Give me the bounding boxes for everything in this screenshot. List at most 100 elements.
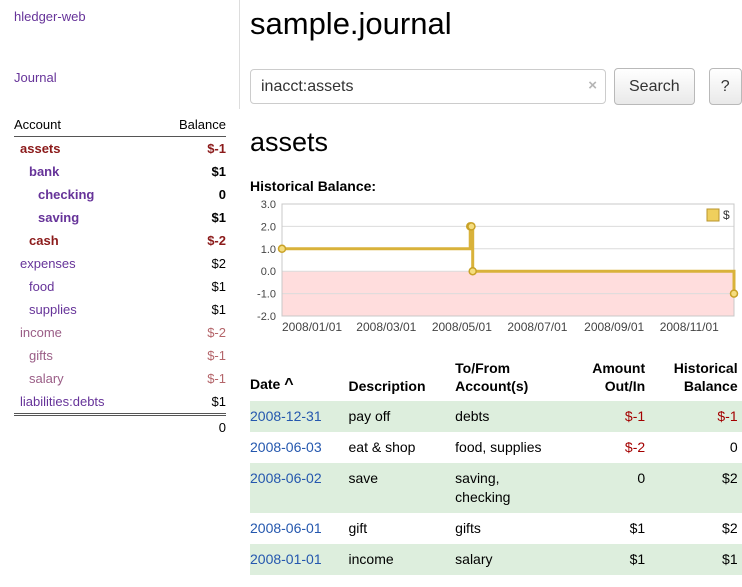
sort-ascending-icon: ^ — [284, 376, 293, 393]
accounts-table: Account Balance assets$-1bank$1checking0… — [14, 113, 226, 439]
account-row: cash $-2 — [14, 229, 226, 252]
transaction-accounts: food, supplies — [455, 432, 560, 463]
svg-text:2008/09/01: 2008/09/01 — [584, 320, 644, 334]
svg-text:-2.0: -2.0 — [257, 311, 276, 323]
account-link[interactable]: liabilities:debts — [20, 394, 105, 409]
account-row: saving $1 — [14, 206, 226, 229]
svg-text:-1.0: -1.0 — [257, 289, 276, 301]
register-col-accounts: To/From Account(s) — [455, 355, 560, 401]
transaction-balance: $-1 — [649, 401, 741, 432]
register-col-description: Description — [349, 355, 456, 401]
account-link[interactable]: cash — [29, 233, 59, 248]
account-balance: $1 — [154, 298, 226, 321]
svg-text:2008/01/01: 2008/01/01 — [282, 320, 342, 334]
register-col-date[interactable]: Date ^ — [250, 355, 349, 401]
transaction-amount: $1 — [560, 544, 649, 575]
svg-text:2008/07/01: 2008/07/01 — [507, 320, 567, 334]
balance-chart: 3.02.01.00.0-1.0-2.02008/01/012008/03/01… — [250, 198, 742, 343]
account-link[interactable]: bank — [29, 164, 59, 179]
svg-text:0.0: 0.0 — [261, 266, 276, 278]
chart-title: Historical Balance: — [250, 178, 742, 194]
transaction-description: pay off — [349, 401, 456, 432]
svg-text:3.0: 3.0 — [261, 199, 276, 211]
account-heading: assets — [250, 127, 742, 158]
account-link[interactable]: expenses — [20, 256, 76, 271]
account-link[interactable]: assets — [20, 141, 60, 156]
account-balance: 0 — [154, 183, 226, 206]
balance-chart-svg: 3.02.01.00.0-1.0-2.02008/01/012008/03/01… — [250, 198, 740, 338]
transaction-description: gift — [349, 513, 456, 544]
transaction-accounts: salary — [455, 544, 560, 575]
transaction-accounts: gifts — [455, 513, 560, 544]
transaction-date-link[interactable]: 2008-06-01 — [250, 520, 322, 536]
register-row: 2008-06-02 savesaving, checking0$2 — [250, 463, 742, 513]
register-header-row: Date ^ Description To/From Account(s) Am… — [250, 355, 742, 401]
transaction-description: save — [349, 463, 456, 513]
account-balance: $-1 — [154, 137, 226, 161]
transaction-date-link[interactable]: 2008-06-02 — [250, 470, 322, 486]
accounts-total-value: 0 — [154, 415, 226, 440]
account-row: supplies $1 — [14, 298, 226, 321]
search-bar: × Search ? — [250, 68, 742, 105]
app-window: hledger-web Journal Account Balance asse… — [0, 0, 742, 587]
page-title: sample.journal — [250, 6, 742, 42]
register-row: 2008-06-01 giftgifts$1$2 — [250, 513, 742, 544]
account-balance: $1 — [154, 390, 226, 415]
register-col-amount: Amount Out/In — [560, 355, 649, 401]
account-row: checking 0 — [14, 183, 226, 206]
transaction-date-link[interactable]: 2008-06-03 — [250, 439, 322, 455]
account-link[interactable]: saving — [38, 210, 79, 225]
account-link[interactable]: supplies — [29, 302, 77, 317]
account-row: gifts $-1 — [14, 344, 226, 367]
register-table-body: 2008-12-31pay offdebts$-1$-12008-06-03ea… — [250, 401, 742, 574]
account-balance: $1 — [154, 160, 226, 183]
account-row: assets $-1 — [14, 137, 226, 161]
account-row: income $-2 — [14, 321, 226, 344]
account-balance: $-2 — [154, 229, 226, 252]
account-link[interactable]: checking — [38, 187, 94, 202]
account-link[interactable]: income — [20, 325, 62, 340]
account-balance: $2 — [154, 252, 226, 275]
transaction-date-link[interactable]: 2008-01-01 — [250, 551, 322, 567]
clear-search-icon[interactable]: × — [588, 77, 597, 95]
transaction-amount: 0 — [560, 463, 649, 513]
account-row: bank $1 — [14, 160, 226, 183]
sidebar-item-journal[interactable]: Journal — [14, 70, 239, 85]
help-button[interactable]: ? — [709, 68, 742, 105]
account-balance: $-2 — [154, 321, 226, 344]
account-link[interactable]: salary — [29, 371, 64, 386]
transaction-description: eat & shop — [349, 432, 456, 463]
transaction-accounts: saving, checking — [455, 463, 560, 513]
search-input[interactable] — [250, 69, 606, 104]
account-row: liabilities:debts $1 — [14, 390, 226, 415]
register-row: 2008-06-03 eat & shopfood, supplies$-20 — [250, 432, 742, 463]
register-col-balance: Historical Balance — [649, 355, 741, 401]
svg-text:2008/11/01: 2008/11/01 — [660, 320, 719, 334]
transaction-date-link[interactable]: 2008-12-31 — [250, 408, 322, 424]
accounts-col-header: Account — [14, 113, 154, 137]
account-row: expenses $2 — [14, 252, 226, 275]
accounts-table-body: assets$-1bank$1checking0saving$1cash$-2e… — [14, 137, 226, 415]
account-row: salary$-1 — [14, 367, 226, 390]
account-link[interactable]: gifts — [29, 348, 53, 363]
main-content: sample.journal × Search ? assets Histori… — [240, 0, 742, 587]
transaction-balance: 0 — [649, 432, 741, 463]
search-box: × — [250, 69, 606, 104]
date-header-label: Date — [250, 376, 280, 392]
search-button[interactable]: Search — [614, 68, 695, 105]
app-brand-link[interactable]: hledger-web — [14, 9, 239, 24]
register-row: 2008-12-31pay offdebts$-1$-1 — [250, 401, 742, 432]
account-link[interactable]: food — [29, 279, 54, 294]
accounts-total-row: 0 — [14, 415, 226, 440]
transaction-amount: $-2 — [560, 432, 649, 463]
svg-text:2008/03/01: 2008/03/01 — [356, 320, 416, 334]
transaction-amount: $1 — [560, 513, 649, 544]
svg-text:1.0: 1.0 — [261, 244, 276, 256]
accounts-total-spacer — [14, 415, 154, 440]
transaction-balance: $2 — [649, 513, 741, 544]
register-row: 2008-01-01incomesalary$1$1 — [250, 544, 742, 575]
account-balance: $-1 — [154, 344, 226, 367]
transaction-description: income — [349, 544, 456, 575]
account-balance: $1 — [154, 206, 226, 229]
transaction-balance: $2 — [649, 463, 741, 513]
